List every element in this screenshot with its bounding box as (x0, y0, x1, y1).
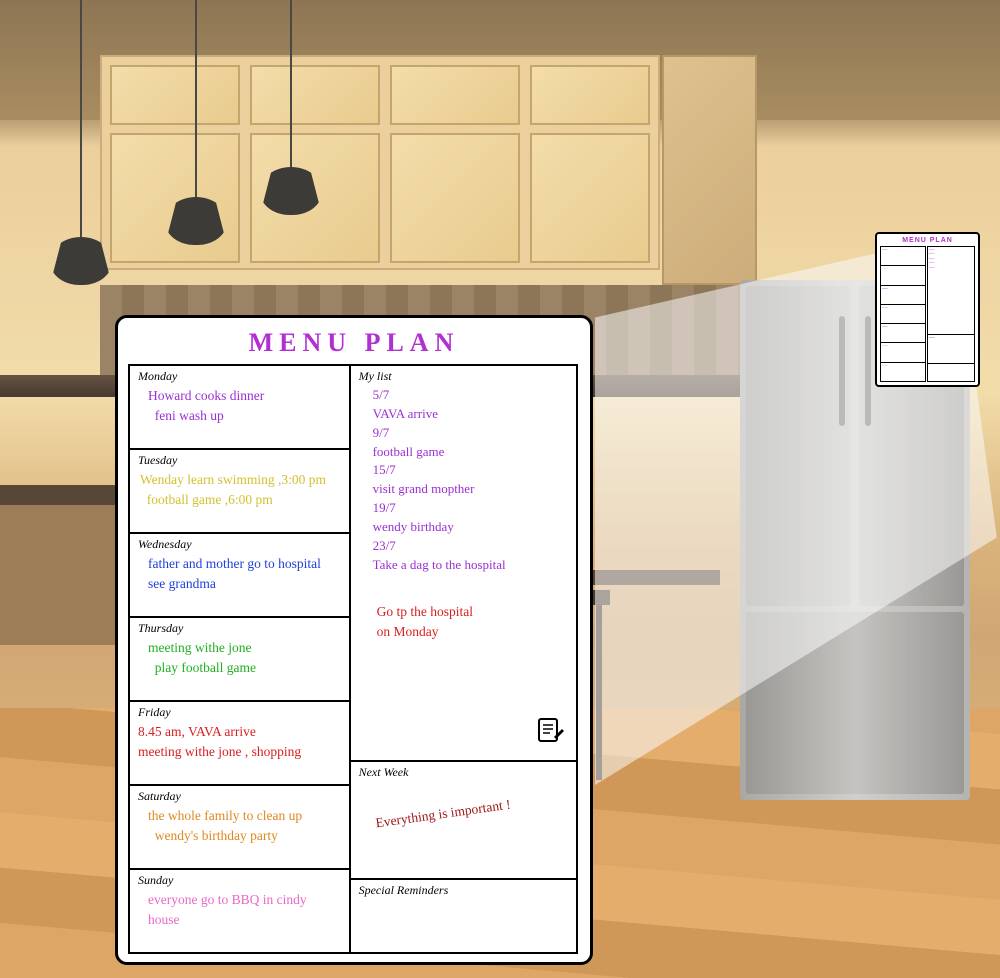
planner-title: MENU PLAN (130, 328, 578, 358)
mylist-items: 5/7 VAVA arrive 9/7 football game 15/7 v… (359, 386, 568, 574)
cell-tuesday: Tuesday Wenday learn swimming ,3:00 pm f… (128, 448, 351, 534)
pendant-light (195, 0, 197, 200)
days-column: Monday Howard cooks dinner feni wash up … (130, 364, 351, 954)
day-content: Wenday learn swimming ,3:00 pm football … (138, 470, 341, 509)
cell-sunday: Sunday everyone go to BBQ in cindyhouse (128, 868, 351, 954)
cell-nextweek: Next Week Everything is important ! (349, 760, 578, 880)
cell-mylist: My list 5/7 VAVA arrive 9/7 football gam… (349, 364, 578, 762)
nextweek-text: Everything is important ! (359, 782, 568, 824)
notes-column: My list 5/7 VAVA arrive 9/7 football gam… (351, 364, 578, 954)
tall-cabinet (662, 55, 757, 285)
fridge-drawer (746, 612, 964, 794)
mini-title: MENU PLAN (880, 237, 975, 244)
pendant-light (80, 0, 82, 240)
section-label: My list (359, 369, 568, 384)
planner-grid: Monday Howard cooks dinner feni wash up … (130, 364, 578, 954)
cell-wednesday: Wednesday father and mother go to hospit… (128, 532, 351, 618)
cell-special-reminders: Special Reminders (349, 878, 578, 954)
mini-planner-on-fridge: MENU PLAN ── ── ── ── ── ── ── ─────────… (875, 232, 980, 387)
day-content: father and mother go to hospitalsee gran… (138, 554, 341, 593)
kitchen-island (0, 485, 115, 645)
fridge-door-left (746, 286, 851, 606)
day-label: Thursday (138, 621, 341, 636)
day-label: Saturday (138, 789, 341, 804)
day-label: Friday (138, 705, 341, 720)
section-label: Special Reminders (359, 883, 568, 898)
day-content: meeting withe jone play football game (138, 638, 341, 677)
cell-monday: Monday Howard cooks dinner feni wash up (128, 364, 351, 450)
day-content: everyone go to BBQ in cindyhouse (138, 890, 341, 929)
day-content: Howard cooks dinner feni wash up (138, 386, 341, 425)
cell-saturday: Saturday the whole family to clean up we… (128, 784, 351, 870)
pendant-light (290, 0, 292, 170)
cell-thursday: Thursday meeting withe jone play footbal… (128, 616, 351, 702)
section-label: Next Week (359, 765, 568, 780)
cell-friday: Friday 8.45 am, VAVA arrivemeeting withe… (128, 700, 351, 786)
day-content: the whole family to clean up wendy's bir… (138, 806, 341, 845)
day-label: Tuesday (138, 453, 341, 468)
day-label: Monday (138, 369, 341, 384)
day-content: 8.45 am, VAVA arrivemeeting withe jone ,… (138, 722, 341, 761)
day-label: Sunday (138, 873, 341, 888)
menu-planner-board: MENU PLAN Monday Howard cooks dinner fen… (115, 315, 593, 965)
day-label: Wednesday (138, 537, 341, 552)
notepad-icon (536, 715, 566, 752)
mylist-note: Go tp the hospital on Monday (359, 602, 568, 641)
